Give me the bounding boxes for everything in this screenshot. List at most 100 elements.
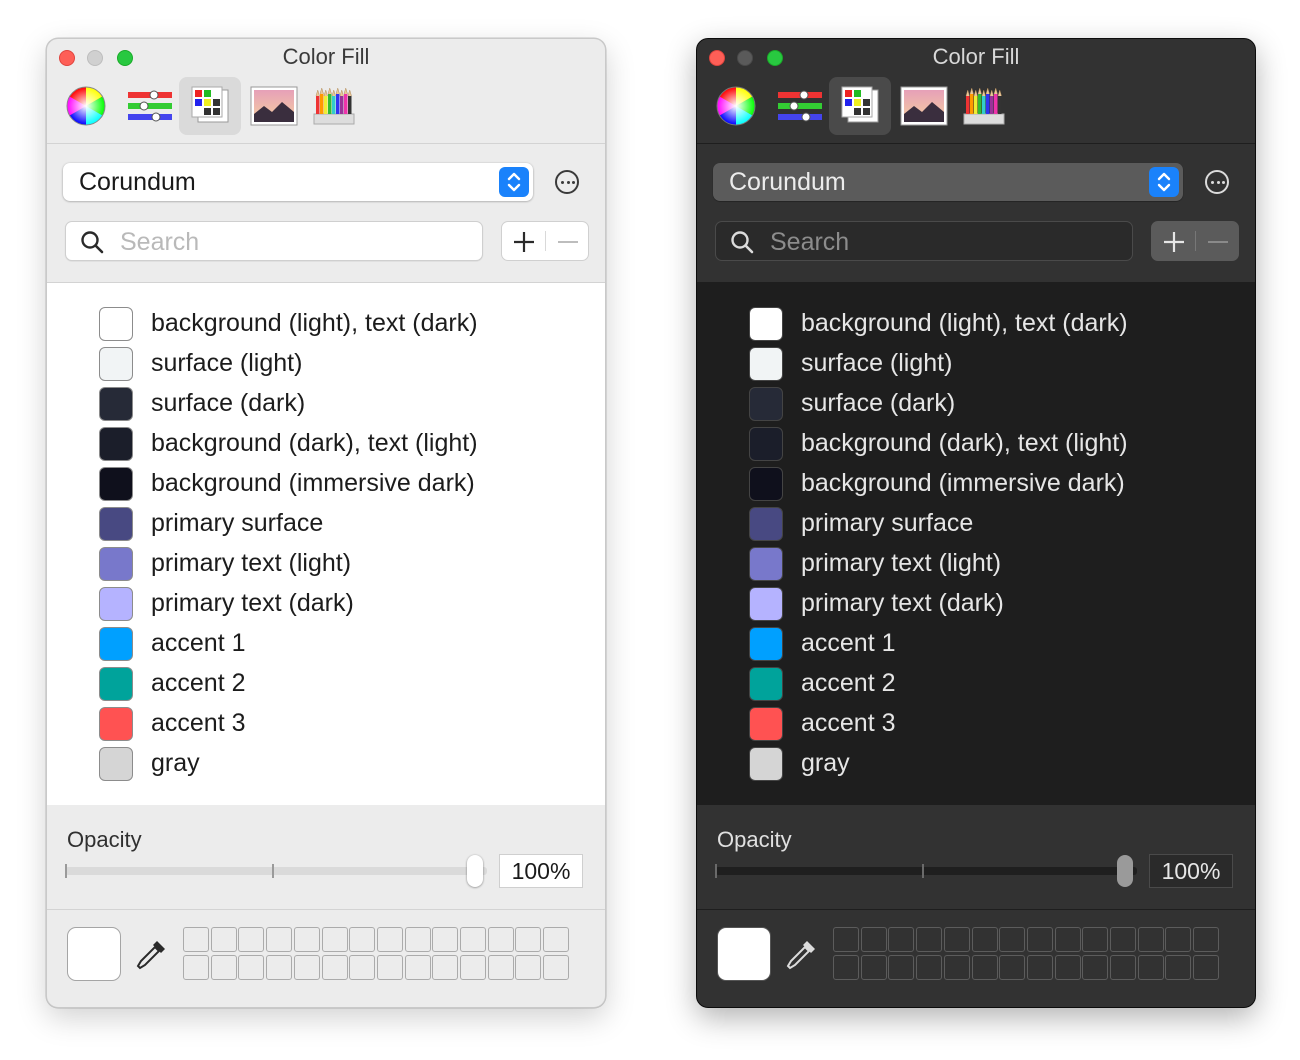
- list-item[interactable]: primary text (light): [99, 545, 579, 585]
- opacity-slider[interactable]: [65, 855, 487, 887]
- pencils-icon[interactable]: [953, 77, 1015, 135]
- list-item[interactable]: background (immersive dark): [99, 465, 579, 505]
- palette-popup[interactable]: Corundum: [63, 163, 533, 201]
- swatch-cell[interactable]: [888, 955, 915, 980]
- list-item[interactable]: background (light), text (dark): [749, 305, 1229, 345]
- opacity-slider-knob[interactable]: [467, 855, 483, 887]
- swatch-cell[interactable]: [1082, 927, 1109, 952]
- swatch-cell[interactable]: [1193, 955, 1220, 980]
- swatch-cell[interactable]: [1165, 927, 1192, 952]
- remove-color-button[interactable]: [1196, 222, 1239, 260]
- swatch-cell[interactable]: [833, 927, 859, 952]
- swatch-cell[interactable]: [183, 927, 209, 952]
- swatch-cell[interactable]: [487, 927, 514, 952]
- list-item[interactable]: surface (dark): [99, 385, 579, 425]
- swatch-cell[interactable]: [432, 955, 459, 980]
- image-palettes-icon[interactable]: [891, 77, 953, 135]
- swatch-cell[interactable]: [376, 927, 403, 952]
- swatch-cell[interactable]: [916, 927, 943, 952]
- swatch-cell[interactable]: [183, 955, 209, 980]
- swatch-cell[interactable]: [1110, 927, 1136, 952]
- swatch-cell[interactable]: [266, 955, 293, 980]
- swatch-cell[interactable]: [349, 955, 376, 980]
- opacity-value-field[interactable]: 100%: [499, 854, 583, 888]
- swatch-cell[interactable]: [888, 927, 915, 952]
- remove-color-button[interactable]: [546, 222, 589, 260]
- swatch-cell[interactable]: [321, 927, 348, 952]
- swatch-cell[interactable]: [404, 955, 431, 980]
- search-input[interactable]: [768, 226, 1112, 258]
- list-item[interactable]: background (light), text (dark): [99, 305, 579, 345]
- swatch-cell[interactable]: [943, 927, 970, 952]
- color-wheel-icon[interactable]: [705, 77, 767, 135]
- current-color-well[interactable]: [67, 927, 121, 981]
- current-color-well[interactable]: [717, 927, 771, 981]
- swatch-cell[interactable]: [210, 927, 237, 952]
- swatch-cell[interactable]: [460, 927, 486, 952]
- opacity-slider[interactable]: [715, 855, 1137, 887]
- list-item[interactable]: accent 2: [749, 665, 1229, 705]
- swatch-cell[interactable]: [404, 927, 431, 952]
- swatch-cell[interactable]: [1165, 955, 1192, 980]
- list-item[interactable]: gray: [99, 745, 579, 785]
- swatch-cell[interactable]: [971, 927, 998, 952]
- swatch-cell[interactable]: [238, 927, 265, 952]
- list-item[interactable]: surface (light): [749, 345, 1229, 385]
- swatch-cell[interactable]: [266, 927, 293, 952]
- search-field[interactable]: [715, 221, 1133, 261]
- swatch-cell[interactable]: [860, 955, 887, 980]
- swatch-cell[interactable]: [1054, 927, 1081, 952]
- swatch-cell[interactable]: [349, 927, 376, 952]
- swatch-cell[interactable]: [293, 955, 320, 980]
- swatch-cell[interactable]: [376, 955, 403, 980]
- list-item[interactable]: primary text (light): [749, 545, 1229, 585]
- list-item[interactable]: accent 3: [749, 705, 1229, 745]
- swatch-cell[interactable]: [999, 955, 1026, 980]
- swatch-cell[interactable]: [543, 927, 570, 952]
- list-item[interactable]: primary surface: [749, 505, 1229, 545]
- search-field[interactable]: [65, 221, 483, 261]
- swatch-cell[interactable]: [1054, 955, 1081, 980]
- palette-popup[interactable]: Corundum: [713, 163, 1183, 201]
- eyedropper-icon[interactable]: [135, 937, 169, 978]
- list-item[interactable]: accent 2: [99, 665, 579, 705]
- swatch-cell[interactable]: [321, 955, 348, 980]
- list-item[interactable]: surface (dark): [749, 385, 1229, 425]
- swatch-cell[interactable]: [1193, 927, 1220, 952]
- swatch-cell[interactable]: [1137, 955, 1164, 980]
- swatch-cell[interactable]: [999, 927, 1026, 952]
- list-item[interactable]: accent 1: [749, 625, 1229, 665]
- swatch-cell[interactable]: [515, 955, 542, 980]
- swatch-cell[interactable]: [943, 955, 970, 980]
- list-item[interactable]: background (immersive dark): [749, 465, 1229, 505]
- add-color-button[interactable]: [1152, 222, 1195, 260]
- search-input[interactable]: [118, 226, 462, 258]
- more-options-icon[interactable]: [555, 170, 579, 194]
- color-sliders-icon[interactable]: [767, 77, 829, 135]
- swatch-cell[interactable]: [916, 955, 943, 980]
- swatch-cell[interactable]: [432, 927, 459, 952]
- pencils-icon[interactable]: [303, 77, 365, 135]
- opacity-slider-knob[interactable]: [1117, 855, 1133, 887]
- swatch-cell[interactable]: [1137, 927, 1164, 952]
- swatch-cell[interactable]: [210, 955, 237, 980]
- list-item[interactable]: primary text (dark): [99, 585, 579, 625]
- list-item[interactable]: primary surface: [99, 505, 579, 545]
- swatch-cell[interactable]: [238, 955, 265, 980]
- swatch-cell[interactable]: [543, 955, 570, 980]
- eyedropper-icon[interactable]: [785, 937, 819, 978]
- opacity-value-field[interactable]: 100%: [1149, 854, 1233, 888]
- list-item[interactable]: background (dark), text (light): [749, 425, 1229, 465]
- swatch-cell[interactable]: [1026, 955, 1053, 980]
- list-item[interactable]: accent 3: [99, 705, 579, 745]
- list-item[interactable]: gray: [749, 745, 1229, 785]
- color-palettes-icon[interactable]: [179, 77, 241, 135]
- color-wheel-icon[interactable]: [55, 77, 117, 135]
- list-item[interactable]: primary text (dark): [749, 585, 1229, 625]
- swatch-cell[interactable]: [1110, 955, 1136, 980]
- list-item[interactable]: surface (light): [99, 345, 579, 385]
- swatch-cell[interactable]: [1026, 927, 1053, 952]
- swatch-cell[interactable]: [487, 955, 514, 980]
- color-palettes-icon[interactable]: [829, 77, 891, 135]
- swatch-cell[interactable]: [515, 927, 542, 952]
